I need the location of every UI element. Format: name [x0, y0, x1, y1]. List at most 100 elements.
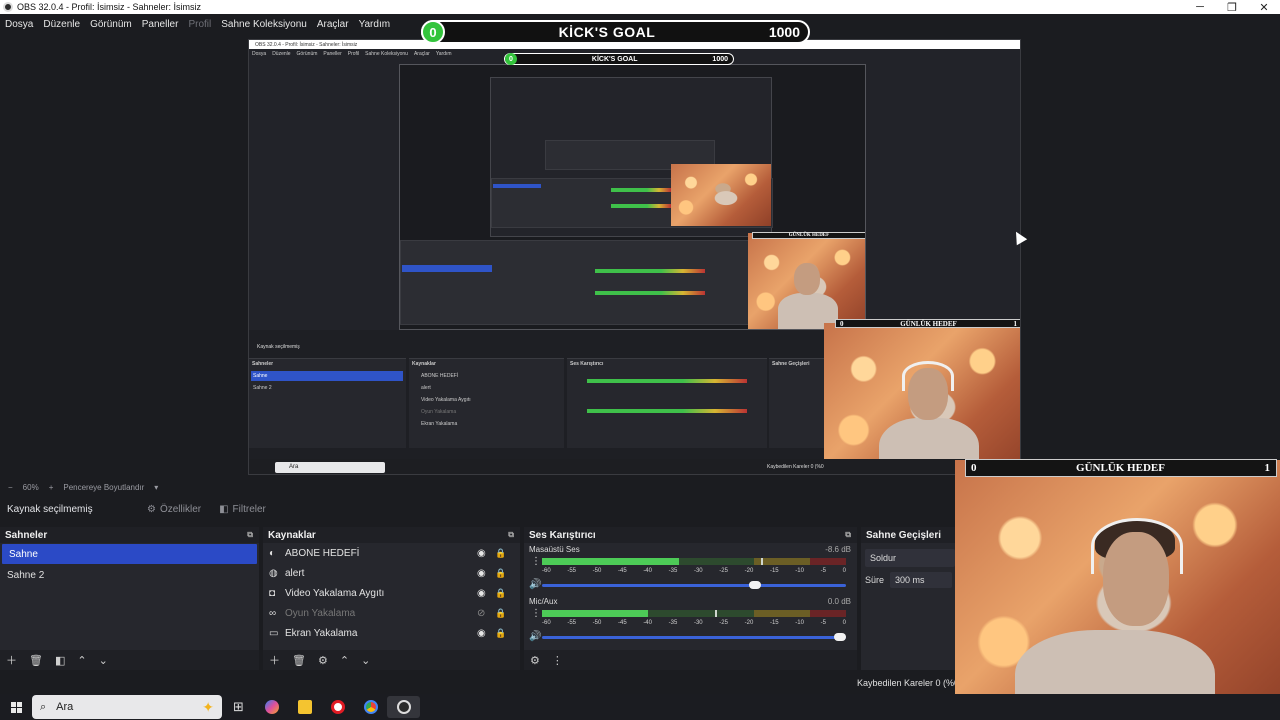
source-item-alert[interactable]: ◍ alert ◉ 🔒 — [263, 563, 520, 583]
move-up-icon[interactable]: ⌃ — [340, 654, 349, 667]
scenes-title: Sahneler — [5, 529, 48, 541]
scene-transitions-dock: Sahne Geçişleri Soldur Süre 300 ms — [861, 527, 955, 670]
sources-footer: ＋ 🗑 ⚙ ⌃ ⌄ — [263, 650, 520, 670]
close-icon[interactable]: ✕ — [1248, 1, 1280, 14]
lock-icon[interactable]: 🔒 — [495, 628, 506, 639]
opera-icon[interactable] — [321, 700, 354, 714]
menu-profil[interactable]: Profil — [183, 19, 216, 30]
eye-icon[interactable]: ◉ — [477, 628, 486, 639]
transition-select[interactable]: Soldur — [865, 549, 955, 567]
move-up-icon[interactable]: ⌃ — [77, 654, 86, 667]
remove-source-icon[interactable]: 🗑 — [292, 654, 306, 667]
scale-tick: -60 — [542, 568, 551, 574]
program-preview[interactable]: OBS 32.0.4 - Profil: İsimsiz - Sahneler:… — [248, 39, 1021, 475]
move-down-icon[interactable]: ⌄ — [99, 654, 108, 667]
filters-button[interactable]: ◧ Filtreler — [219, 504, 266, 515]
taskbar-search[interactable]: ⌕ Ara ✦ — [32, 695, 222, 719]
mixer-dock-header: Ses Karıştırıcı ⧉ — [524, 527, 857, 543]
scenes-dock: Sahneler ⧉ Sahne Sahne 2 ＋ 🗑 ◧ ⌃ ⌄ — [0, 527, 259, 670]
channel-db: -8.6 dB — [825, 545, 851, 554]
chevron-down-icon[interactable]: ▾ — [154, 483, 158, 492]
start-button[interactable] — [0, 701, 32, 713]
source-item-video-capture[interactable]: ◘ Video Yakalama Aygıtı ◉ 🔒 — [263, 583, 520, 603]
nested-docks-area: Kaynak seçilmemiş Sahneler Sahne Sahne 2… — [249, 330, 824, 474]
scale-tick: -25 — [719, 568, 728, 574]
text-icon: ◐ — [269, 547, 276, 559]
scale-tick: -50 — [592, 620, 602, 626]
mixer-footer: ⚙ ⋮ — [524, 650, 857, 670]
preview-headset — [902, 361, 954, 391]
chrome-icon[interactable] — [354, 700, 387, 714]
scale-tick: -10 — [795, 568, 804, 574]
nested-kick-title: KİCK'S GOAL — [591, 55, 638, 63]
duration-input[interactable]: 300 ms — [890, 572, 953, 588]
undock-icon[interactable]: ⧉ — [508, 530, 514, 540]
lock-icon[interactable]: 🔒 — [495, 568, 506, 579]
scene-item-sahne[interactable]: Sahne — [2, 544, 257, 564]
menu-duzenle[interactable]: Düzenle — [38, 19, 85, 30]
advanced-audio-icon[interactable]: ⚙ — [530, 654, 540, 667]
volume-fader[interactable] — [542, 633, 846, 641]
source-item-abone-hedefi[interactable]: ◐ ABONE HEDEFİ ◉ 🔒 — [263, 543, 520, 563]
menu-dosya[interactable]: Dosya — [0, 19, 38, 30]
filters-label: Filtreler — [232, 503, 266, 515]
minimize-icon[interactable]: ─ — [1184, 1, 1216, 13]
plus-icon[interactable]: + — [49, 483, 54, 492]
channel-menu-icon[interactable]: ⋮ — [531, 557, 541, 567]
scene-item-sahne-2[interactable]: Sahne 2 — [0, 565, 259, 585]
obs-taskbar-icon[interactable] — [387, 696, 420, 718]
add-source-icon[interactable]: ＋ — [269, 652, 280, 668]
mixer-menu-icon[interactable]: ⋮ — [552, 654, 563, 667]
menu-paneller[interactable]: Paneller — [137, 19, 184, 30]
file-explorer-icon[interactable] — [288, 700, 321, 714]
eye-icon[interactable]: ◉ — [477, 568, 486, 579]
menu-sahne-koleksiyonu[interactable]: Sahne Koleksiyonu — [216, 19, 312, 30]
source-label: Oyun Yakalama — [285, 607, 356, 619]
meter-red-zone — [810, 610, 846, 617]
lock-icon[interactable]: 🔒 — [495, 588, 506, 599]
source-item-screen-capture[interactable]: ▭ Ekran Yakalama ◉ 🔒 — [263, 623, 520, 643]
task-view-icon[interactable]: ⊞ — [222, 699, 255, 715]
undock-icon[interactable]: ⧉ — [247, 530, 253, 540]
channel-menu-icon[interactable]: ⋮ — [531, 609, 541, 619]
volume-fader[interactable] — [542, 581, 846, 589]
move-down-icon[interactable]: ⌄ — [361, 654, 370, 667]
webcam-feed — [955, 460, 1280, 720]
speaker-icon[interactable]: 🔊 — [529, 631, 541, 642]
nested-source-4: Oyun Yakalama — [421, 409, 457, 415]
source-properties-icon[interactable]: ⚙ — [318, 654, 328, 667]
scale-tick: -20 — [744, 620, 754, 626]
no-source-selected-label: Kaynak seçilmemiş — [7, 503, 93, 515]
scale-tick: -60 — [542, 620, 551, 626]
add-scene-icon[interactable]: ＋ — [6, 652, 17, 668]
menu-araclar[interactable]: Araçlar — [312, 19, 354, 30]
properties-button[interactable]: ⚙ Özellikler — [147, 504, 201, 515]
fader-knob[interactable] — [748, 581, 761, 589]
lock-icon[interactable]: 🔒 — [495, 548, 506, 559]
undock-icon[interactable]: ⧉ — [845, 530, 851, 540]
fader-knob[interactable] — [833, 633, 846, 641]
meter-level — [542, 558, 679, 565]
nested-docks — [400, 240, 750, 325]
nested-transitions-dock: Sahne Geçişleri — [769, 358, 824, 448]
zoom-level[interactable]: 60% — [23, 483, 39, 492]
eye-hidden-icon[interactable]: ⊘ — [477, 608, 485, 619]
speaker-icon[interactable]: 🔊 — [529, 579, 541, 590]
menu-yardim[interactable]: Yardım — [354, 19, 396, 30]
source-item-game-capture[interactable]: ∞ Oyun Yakalama ⊘ 🔒 — [263, 603, 520, 623]
scale-tick: -15 — [769, 620, 779, 626]
copilot-icon[interactable] — [255, 700, 288, 714]
monitor-icon: ▭ — [269, 627, 279, 639]
nested-source-2: alert — [421, 385, 431, 391]
eye-icon[interactable]: ◉ — [477, 588, 486, 599]
preview-camera-feed — [824, 323, 1020, 474]
restore-icon[interactable]: ❐ — [1216, 1, 1248, 14]
menu-gorunum[interactable]: Görünüm — [85, 19, 137, 30]
minus-icon[interactable]: − — [8, 483, 13, 492]
scene-filters-icon[interactable]: ◧ — [55, 654, 65, 667]
nested-meter-1 — [595, 269, 705, 273]
eye-icon[interactable]: ◉ — [477, 548, 486, 559]
resize-to-window-label[interactable]: Pencereye Boyutlandır — [63, 483, 144, 492]
remove-scene-icon[interactable]: 🗑 — [29, 654, 43, 667]
lock-icon[interactable]: 🔒 — [495, 608, 506, 619]
